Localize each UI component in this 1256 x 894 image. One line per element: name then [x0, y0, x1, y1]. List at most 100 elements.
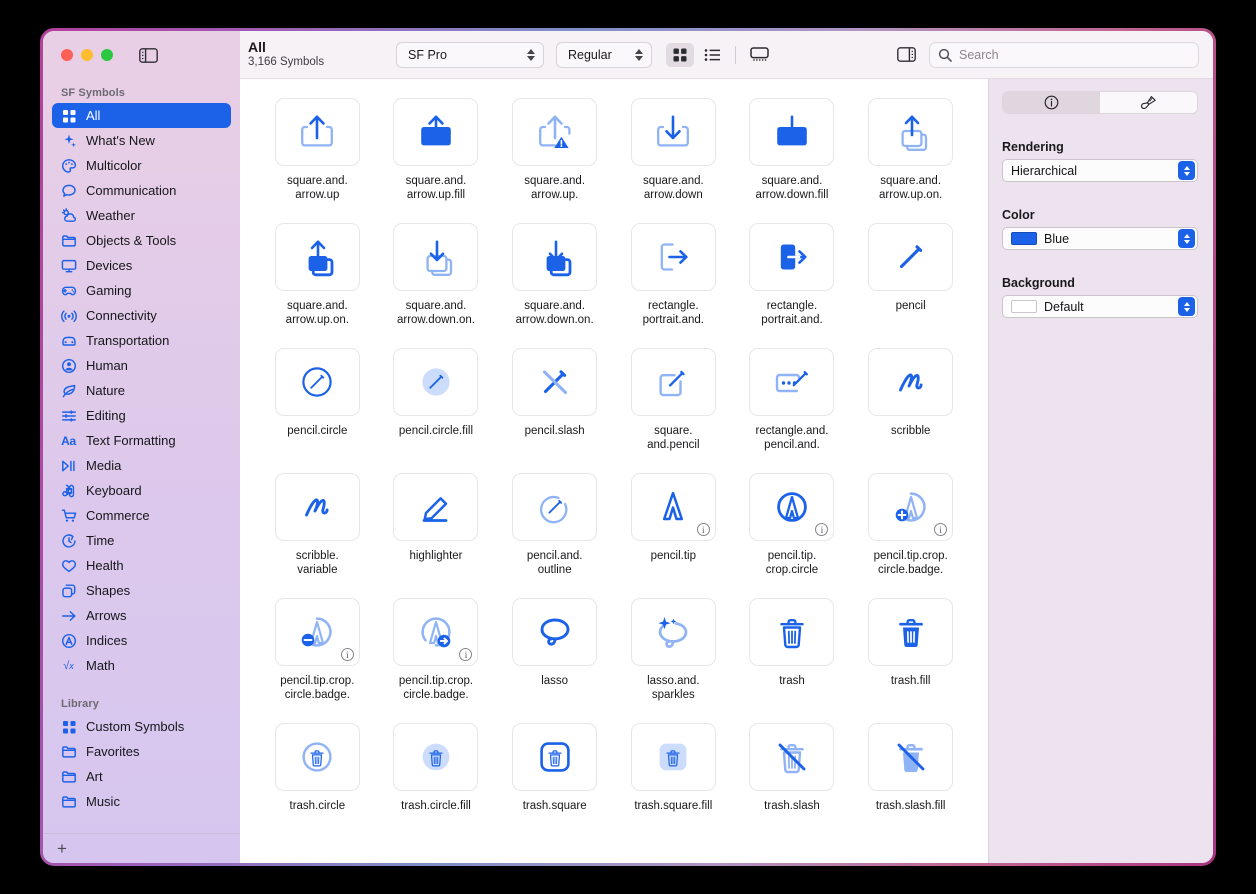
symbol-tile-pencil.tip.crop.circle[interactable]: i [749, 473, 835, 541]
rendering-popup[interactable]: Hierarchical [1002, 159, 1198, 182]
symbol-cell[interactable]: square.and. arrow.down.fill [733, 91, 852, 216]
info-badge-icon[interactable]: i [459, 648, 473, 661]
sidebar-item-shapes[interactable]: Shapes [52, 578, 231, 603]
symbol-cell[interactable]: trash.square.fill [614, 716, 733, 841]
symbol-tile-pencil.circle[interactable] [274, 348, 360, 416]
symbol-tile-highlighter[interactable] [393, 473, 479, 541]
symbol-cell[interactable]: i pencil.tip.crop. circle.badge. [258, 591, 377, 716]
sidebar-item-art[interactable]: Art [52, 764, 231, 789]
info-badge-icon[interactable]: i [815, 523, 829, 536]
sidebar-left-icon[interactable] [137, 46, 159, 64]
info-badge-icon[interactable]: i [340, 648, 354, 661]
symbol-cell[interactable]: trash.fill [851, 591, 970, 716]
sidebar-item-all[interactable]: All [52, 103, 231, 128]
symbol-cell[interactable]: square.and. arrow.up.on. [851, 91, 970, 216]
symbol-tile-square.and.arrow.down[interactable] [630, 98, 716, 166]
symbol-cell[interactable]: trash.slash [733, 716, 852, 841]
symbol-tile-trash.square.fill[interactable] [630, 723, 716, 791]
symbol-cell[interactable]: square.and. arrow.up. [495, 91, 614, 216]
symbol-cell[interactable]: pencil.slash [495, 341, 614, 466]
symbol-tile-square.and.arrow.up[interactable] [274, 98, 360, 166]
symbol-cell[interactable]: trash [733, 591, 852, 716]
sidebar-item-multicolor[interactable]: Multicolor [52, 153, 231, 178]
symbol-cell[interactable]: i pencil.tip.crop. circle.badge. [377, 591, 496, 716]
symbol-cell[interactable]: square.and. arrow.up [258, 91, 377, 216]
symbol-tile-lasso[interactable] [512, 598, 598, 666]
symbol-tile-pencil.tip.crop.circle.badge.minus[interactable]: i [274, 598, 360, 666]
sidebar-item-transportation[interactable]: Transportation [52, 328, 231, 353]
sidebar-item-nature[interactable]: Nature [52, 378, 231, 403]
symbol-tile-square.and.pencil[interactable] [630, 348, 716, 416]
sidebar-item-devices[interactable]: Devices [52, 253, 231, 278]
symbol-cell[interactable]: pencil [851, 216, 970, 341]
font-weight-popup[interactable]: Regular [556, 41, 652, 68]
info-badge-icon[interactable]: i [696, 523, 710, 536]
symbol-tile-pencil[interactable] [868, 223, 954, 291]
symbol-tile-trash.fill[interactable] [868, 598, 954, 666]
symbol-cell[interactable]: lasso.and. sparkles [614, 591, 733, 716]
sidebar-item-objects-tools[interactable]: Objects & Tools [52, 228, 231, 253]
zoom-window-button[interactable] [101, 49, 113, 61]
font-family-popup[interactable]: SF Pro [396, 41, 544, 68]
sidebar-item-favorites[interactable]: Favorites [52, 739, 231, 764]
sidebar-item-editing[interactable]: Editing [52, 403, 231, 428]
info-badge-icon[interactable]: i [934, 523, 948, 536]
close-window-button[interactable] [61, 49, 73, 61]
symbol-cell[interactable]: pencil.and. outline [495, 466, 614, 591]
symbol-cell[interactable]: i pencil.tip [614, 466, 733, 591]
symbol-tile-square.and.arrow.down.on.square[interactable] [393, 223, 479, 291]
sidebar-item-arrows[interactable]: Arrows [52, 603, 231, 628]
symbol-tile-square.and.arrow.up.fill[interactable] [393, 98, 479, 166]
sidebar-item-media[interactable]: Media [52, 453, 231, 478]
symbol-cell[interactable]: square.and. arrow.down.on. [377, 216, 496, 341]
symbol-cell[interactable]: pencil.circle [258, 341, 377, 466]
symbol-cell[interactable]: trash.slash.fill [851, 716, 970, 841]
sidebar-item-gaming[interactable]: Gaming [52, 278, 231, 303]
symbol-tile-square.and.arrow.down.on.square.fill[interactable] [512, 223, 598, 291]
symbol-cell[interactable]: square.and. arrow.down.on. [495, 216, 614, 341]
sidebar-item-human[interactable]: Human [52, 353, 231, 378]
symbol-tile-trash.slash[interactable] [749, 723, 835, 791]
symbol-tile-lasso.and.sparkles[interactable] [630, 598, 716, 666]
symbol-cell[interactable]: rectangle.and. pencil.and. [733, 341, 852, 466]
gallery-view-button[interactable] [745, 43, 773, 67]
symbol-tile-pencil.tip[interactable]: i [630, 473, 716, 541]
symbol-tile-pencil.tip.crop.circle.badge.plus[interactable]: i [868, 473, 954, 541]
grid-view-button[interactable] [666, 42, 694, 67]
symbol-tile-rectangle.and.pencil.and.ellipsis[interactable] [749, 348, 835, 416]
background-popup[interactable]: Default [1002, 295, 1198, 318]
symbol-cell[interactable]: rectangle. portrait.and. [614, 216, 733, 341]
sidebar-item-what-s-new[interactable]: What's New [52, 128, 231, 153]
symbol-cell[interactable]: pencil.circle.fill [377, 341, 496, 466]
symbol-tile-rectangle.portrait.and.arrow.right.fill[interactable] [749, 223, 835, 291]
symbol-tile-pencil.tip.crop.circle.badge.arrow.forward[interactable]: i [393, 598, 479, 666]
symbol-cell[interactable]: lasso [495, 591, 614, 716]
symbol-cell[interactable]: square.and. arrow.up.fill [377, 91, 496, 216]
sidebar-item-indices[interactable]: Indices [52, 628, 231, 653]
add-collection-button[interactable]: + [57, 840, 67, 857]
search-input[interactable]: Search [929, 41, 1199, 68]
sidebar-item-communication[interactable]: Communication [52, 178, 231, 203]
symbol-tile-pencil.and.outline[interactable] [512, 473, 598, 541]
sidebar-item-health[interactable]: Health [52, 553, 231, 578]
symbol-cell[interactable]: trash.square [495, 716, 614, 841]
symbol-tile-trash.square[interactable] [512, 723, 598, 791]
style-tab[interactable] [1100, 92, 1197, 113]
symbol-tile-trash.slash.fill[interactable] [868, 723, 954, 791]
symbol-tile-rectangle.portrait.and.arrow.right[interactable] [630, 223, 716, 291]
symbol-cell[interactable]: square. and.pencil [614, 341, 733, 466]
symbol-cell[interactable]: i pencil.tip.crop. circle.badge. [851, 466, 970, 591]
symbol-cell[interactable]: trash.circle.fill [377, 716, 496, 841]
symbol-cell[interactable]: scribble. variable [258, 466, 377, 591]
symbol-tile-square.and.arrow.up.on.square.fill[interactable] [274, 223, 360, 291]
info-tab[interactable] [1003, 92, 1100, 113]
color-popup[interactable]: Blue [1002, 227, 1198, 250]
sidebar-item-custom-symbols[interactable]: Custom Symbols [52, 714, 231, 739]
symbol-cell[interactable]: trash.circle [258, 716, 377, 841]
symbol-tile-square.and.arrow.up.on.square[interactable] [868, 98, 954, 166]
symbol-cell[interactable]: scribble [851, 341, 970, 466]
list-view-button[interactable] [698, 43, 726, 67]
sidebar-item-time[interactable]: Time [52, 528, 231, 553]
symbol-tile-pencil.slash[interactable] [512, 348, 598, 416]
symbol-tile-scribble[interactable] [868, 348, 954, 416]
